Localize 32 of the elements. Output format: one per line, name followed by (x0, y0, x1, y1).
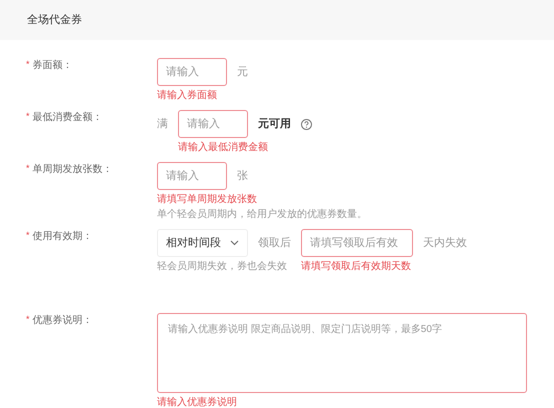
input-field[interactable]: 请填写领取后有效 (301, 229, 413, 257)
required-asterisk: * (26, 229, 30, 242)
unit-label: 张 (237, 169, 248, 184)
error-message: 请填写领取后有效期天数 (301, 260, 411, 273)
unit-label: 元可用 (258, 117, 291, 132)
required-asterisk: * (26, 110, 30, 123)
field-label: 最低消费金额： (32, 110, 103, 125)
input-field[interactable]: 请输入 (178, 110, 248, 138)
required-asterisk: * (26, 58, 30, 71)
unit-label: 领取后 (258, 236, 291, 251)
section-title: 全场代金券 (27, 12, 82, 28)
hint-text: 单个轻会员周期内，给用户发放的优惠券数量。 (157, 208, 367, 221)
error-message: 请输入券面额 (157, 89, 217, 102)
error-message: 请填写单周期发放张数 (157, 193, 257, 206)
required-asterisk: * (26, 313, 30, 326)
help-icon[interactable] (301, 118, 312, 130)
required-asterisk: * (26, 162, 30, 175)
select-dropdown[interactable]: 相对时间段 (157, 229, 248, 257)
hint-text: 轻会员周期失效，券也会失效 (157, 260, 287, 273)
unit-label: 元 (237, 65, 248, 80)
error-message: 请输入优惠券说明 (157, 396, 237, 408)
input-field[interactable]: 请输入 (157, 58, 227, 86)
unit-label: 天内失效 (423, 236, 467, 251)
input-field[interactable]: 请输入 (157, 162, 227, 190)
description-textarea[interactable]: 请输入优惠券说明 限定商品说明、限定门店说明等，最多50字 (157, 313, 527, 393)
field-label: 单周期发放张数： (32, 162, 113, 177)
unit-label: 满 (157, 117, 168, 132)
chevron-down-icon (230, 240, 239, 246)
field-label: 优惠券说明： (32, 314, 93, 328)
field-label: 使用有效期： (32, 230, 93, 244)
field-label: 券面额： (32, 58, 73, 73)
error-message: 请输入最低消费金额 (178, 141, 268, 154)
